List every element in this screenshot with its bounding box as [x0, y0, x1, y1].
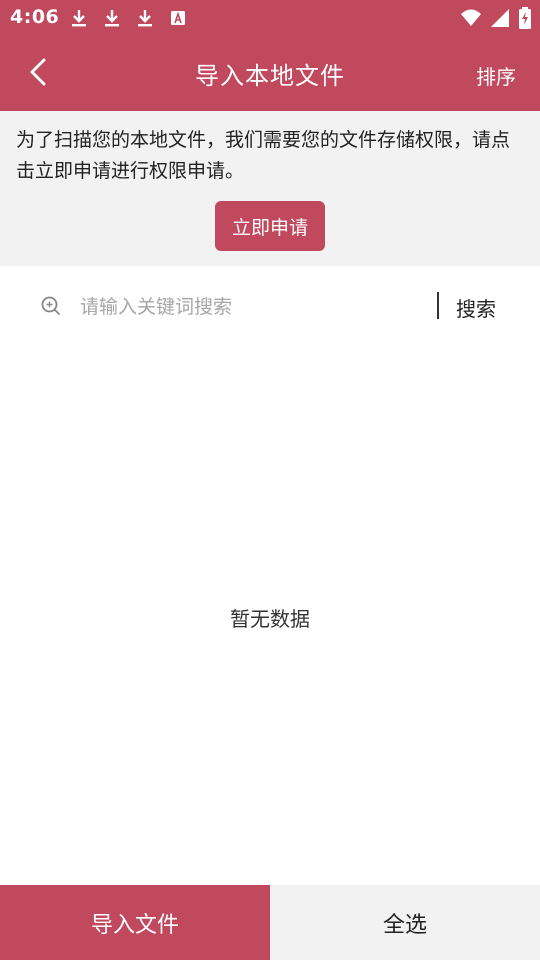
page-title: 导入本地文件 — [195, 62, 345, 90]
app-a-icon — [167, 7, 189, 29]
status-bar: 4:06 — [0, 0, 540, 36]
search-bar: 搜索 — [0, 266, 540, 346]
status-notification-icons — [68, 7, 189, 29]
status-time: 4:06 — [10, 6, 60, 28]
select-all-button[interactable]: 全选 — [270, 885, 540, 960]
download-icon — [134, 7, 156, 29]
search-button[interactable]: 搜索 — [456, 293, 496, 322]
permission-message: 为了扫描您的本地文件，我们需要您的文件存储权限，请点击立即申请进行权限申请。 — [16, 129, 511, 182]
empty-state-message: 暂无数据 — [230, 607, 310, 631]
signal-icon — [490, 8, 510, 32]
status-system-icons — [460, 7, 532, 33]
wifi-icon — [460, 8, 482, 32]
sort-button[interactable]: 排序 — [476, 61, 516, 90]
battery-charging-icon — [518, 7, 532, 33]
download-icon — [68, 7, 90, 29]
search-input[interactable] — [80, 290, 420, 324]
search-divider — [437, 292, 439, 319]
request-permission-button[interactable]: 立即申请 — [215, 201, 325, 251]
permission-panel: 为了扫描您的本地文件，我们需要您的文件存储权限，请点击立即申请进行权限申请。 立… — [0, 111, 540, 266]
download-icon — [101, 7, 123, 29]
app-bar: 导入本地文件 排序 — [0, 36, 540, 111]
import-files-button[interactable]: 导入文件 — [0, 885, 270, 960]
bottom-action-bar: 导入文件 全选 — [0, 885, 540, 960]
search-icon — [40, 295, 62, 317]
